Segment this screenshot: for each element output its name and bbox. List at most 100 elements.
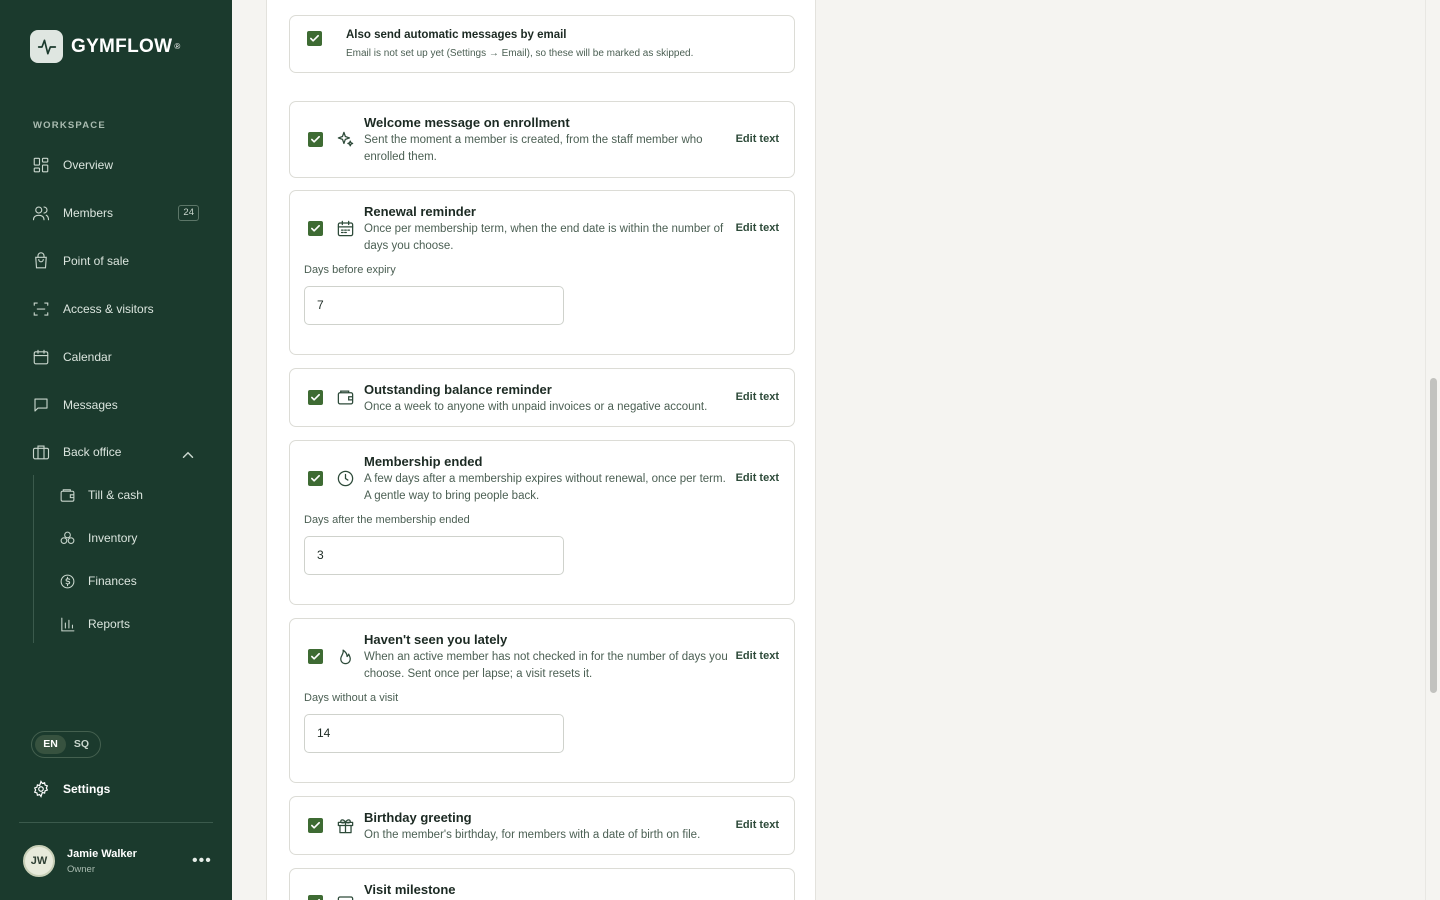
message-title: Visit milestone [364,882,456,897]
email-option-checkbox[interactable] [307,31,322,46]
submenu-divider [33,475,34,643]
message-checkbox[interactable] [308,649,323,664]
message-card-welcome: Welcome message on enrollment Sent the m… [289,101,795,178]
members-count-badge: 24 [178,205,199,221]
sidebar-item-till-cash[interactable]: Till & cash [59,484,143,506]
edit-text-button[interactable]: Edit text [736,391,779,403]
days-before-expiry-input[interactable]: 7 [304,286,564,325]
field-label: Days before expiry [304,264,396,276]
email-option-title: Also send automatic messages by email [346,29,567,41]
days-without-visit-input[interactable]: 14 [304,714,564,753]
message-description: Once a week to anyone with unpaid invoic… [364,401,708,413]
scrollbar[interactable] [1425,0,1440,900]
brand-name: GYMFLOW [71,35,173,57]
message-title: Welcome message on enrollment [364,115,570,130]
message-description: A few days after a membership expires wi… [364,473,726,502]
dollar-circle-icon [60,574,75,588]
sidebar-item-label: Finances [88,574,137,588]
message-checkbox[interactable] [308,818,323,833]
bar-chart-icon [61,617,75,631]
sidebar-item-messages[interactable]: Messages [32,393,202,417]
message-card-visit-milestone: Visit milestone [289,868,795,900]
sidebar-item-label: Settings [63,782,111,796]
sidebar-divider [19,822,213,823]
avatar: JW [23,845,55,877]
edit-text-button[interactable]: Edit text [736,819,779,831]
message-description: On the member's birthday, for members wi… [364,829,701,841]
clock-icon [337,470,354,487]
sidebar-item-label: Members [63,206,114,220]
edit-text-button[interactable]: Edit text [736,133,779,145]
flame-icon [340,649,351,665]
sidebar-item-calendar[interactable]: Calendar [32,345,202,369]
sidebar-item-finances[interactable]: Finances [59,570,137,592]
sidebar-item-reports[interactable]: Reports [59,613,130,635]
message-icon [34,398,48,412]
check-icon [311,393,320,401]
scan-icon [33,302,49,316]
edit-text-button[interactable]: Edit text [736,650,779,662]
message-card-membership-ended: Membership ended A few days after a memb… [289,440,795,605]
sidebar-item-label: Calendar [63,350,112,364]
boxes-icon [60,531,75,544]
email-option-description: Email is not set up yet (Settings → Emai… [346,48,694,59]
sidebar-item-settings[interactable]: Settings [32,777,202,801]
sidebar-item-access-visitors[interactable]: Access & visitors [32,297,202,321]
message-title: Haven't seen you lately [364,632,508,647]
message-checkbox[interactable] [308,471,323,486]
email-option-card: Also send automatic messages by email Em… [289,15,795,73]
message-checkbox[interactable] [308,390,323,405]
shopping-bag-icon [35,252,47,269]
message-description: Sent the moment a member is created, fro… [364,134,703,163]
automatic-messages-panel: Also send automatic messages by email Em… [266,0,816,900]
workspace-label: WORKSPACE [33,120,106,131]
check-icon [311,135,320,143]
edit-text-button[interactable]: Edit text [736,472,779,484]
building-icon [32,445,50,460]
language-sq[interactable]: SQ [66,735,97,754]
sidebar-item-label: Point of sale [63,254,130,268]
grid-icon [33,157,49,173]
sidebar-item-label: Reports [88,617,131,631]
chevron-up-icon [182,451,194,458]
message-checkbox[interactable] [308,895,323,900]
check-icon [311,224,320,232]
sidebar-item-members[interactable]: Members 24 [32,201,202,225]
brand[interactable]: GYMFLOW ® [30,30,180,63]
check-icon [310,34,319,42]
sidebar-item-label: Inventory [88,531,138,545]
message-card-renewal: Renewal reminder Once per membership ter… [289,190,795,355]
message-title: Outstanding balance reminder [364,382,552,397]
message-checkbox[interactable] [308,132,323,147]
sidebar: GYMFLOW ® WORKSPACE Overview Members 24 … [0,0,232,900]
sidebar-item-back-office[interactable]: Back office [32,440,202,464]
user-meta: Jamie Walker Owner [67,848,137,875]
sidebar-item-inventory[interactable]: Inventory [59,527,137,549]
message-title: Renewal reminder [364,204,476,219]
message-checkbox[interactable] [308,221,323,236]
more-options-icon[interactable]: ••• [192,852,212,870]
message-title: Membership ended [364,454,483,469]
sidebar-item-point-of-sale[interactable]: Point of sale [32,249,202,273]
user-profile[interactable]: JW Jamie Walker Owner [23,845,137,877]
user-role: Owner [67,863,95,875]
days-after-ended-input[interactable]: 3 [304,536,564,575]
message-description: When an active member has not checked in… [364,651,728,680]
sidebar-item-label: Messages [63,398,118,412]
sparkles-icon [337,131,354,147]
message-card-birthday: Birthday greeting On the member's birthd… [289,796,795,855]
sidebar-item-overview[interactable]: Overview [32,153,202,177]
check-icon [311,474,320,482]
language-en[interactable]: EN [35,735,66,754]
sidebar-item-label: Till & cash [88,488,143,502]
registered-mark: ® [174,42,181,51]
edit-text-button[interactable]: Edit text [736,222,779,234]
message-card-outstanding: Outstanding balance reminder Once a week… [289,368,795,427]
user-name: Jamie Walker [67,847,137,860]
calendar-icon [337,896,354,900]
field-label: Days after the membership ended [304,514,470,526]
scrollbar-thumb[interactable] [1430,378,1437,693]
wallet-icon [337,390,354,405]
pulse-logo-icon [30,30,63,63]
wallet-icon [60,488,75,502]
